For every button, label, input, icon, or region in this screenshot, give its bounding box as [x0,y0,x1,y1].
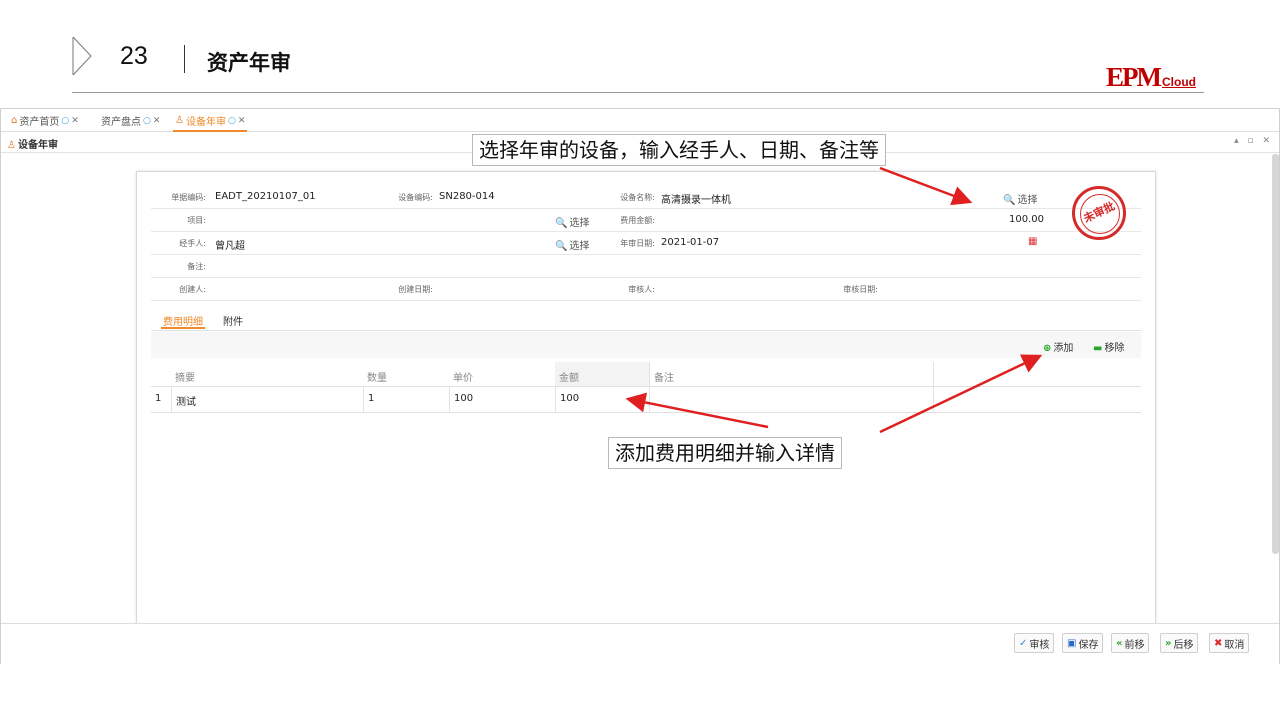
arrow-to-add-button [879,354,1043,434]
annotation-arrows [625,166,1043,434]
arrow-to-amount-cell [625,392,769,429]
arrow-to-device-select [879,166,973,206]
